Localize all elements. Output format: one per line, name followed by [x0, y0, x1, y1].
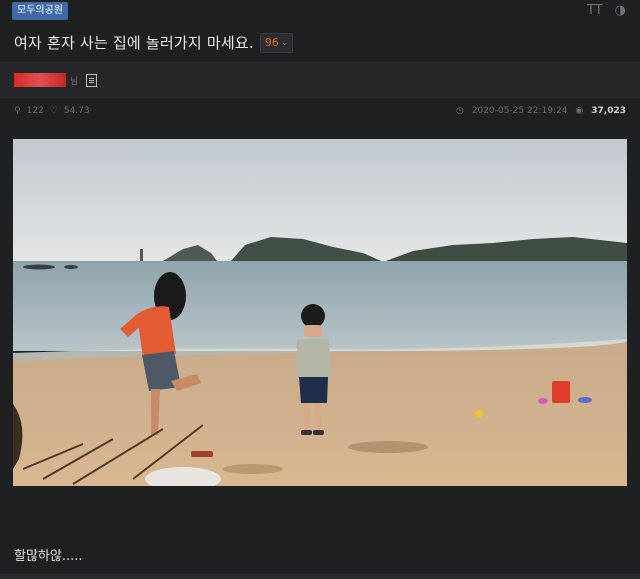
author-bar: 님	[0, 62, 640, 98]
reply-count-badge[interactable]: 96 ⌄	[259, 32, 294, 53]
author-suffix: 님	[70, 76, 79, 87]
like-count: 122	[26, 106, 44, 116]
text-size-icon[interactable]: TT	[587, 3, 603, 18]
author-nickname[interactable]	[14, 73, 66, 87]
view-count: 37,023	[591, 106, 626, 116]
title-row: 여자 혼자 사는 집에 놀러가지 마세요. 96 ⌄	[14, 32, 294, 53]
chevron-down-icon: ⌄	[280, 37, 289, 48]
contrast-icon[interactable]: ◑	[615, 3, 626, 18]
reply-count: 96	[264, 36, 279, 49]
eye-icon: ◉	[575, 106, 584, 116]
post-datetime: 2020-05-25 22:19:24	[471, 106, 568, 116]
post-caption: 할많하않.....	[14, 549, 83, 564]
heart-icon: ♡	[49, 106, 58, 116]
top-icons: TT ◑	[587, 3, 626, 18]
beach-photo	[13, 139, 627, 486]
board-tag[interactable]: 모두의공원	[12, 2, 68, 20]
clock-icon: ◷	[455, 106, 464, 116]
meta-row: ⚲ 122 ♡ 54.73 ◷ 2020-05-25 22:19:24 ◉ 37…	[14, 106, 626, 120]
post-image	[13, 139, 627, 486]
heart-count: 54.73	[63, 106, 90, 116]
post-title: 여자 혼자 사는 집에 놀러가지 마세요.	[14, 34, 254, 52]
red-bucket	[552, 381, 570, 403]
document-icon[interactable]	[86, 73, 98, 87]
bottom-divider	[0, 574, 640, 579]
pin-icon: ⚲	[14, 106, 21, 116]
